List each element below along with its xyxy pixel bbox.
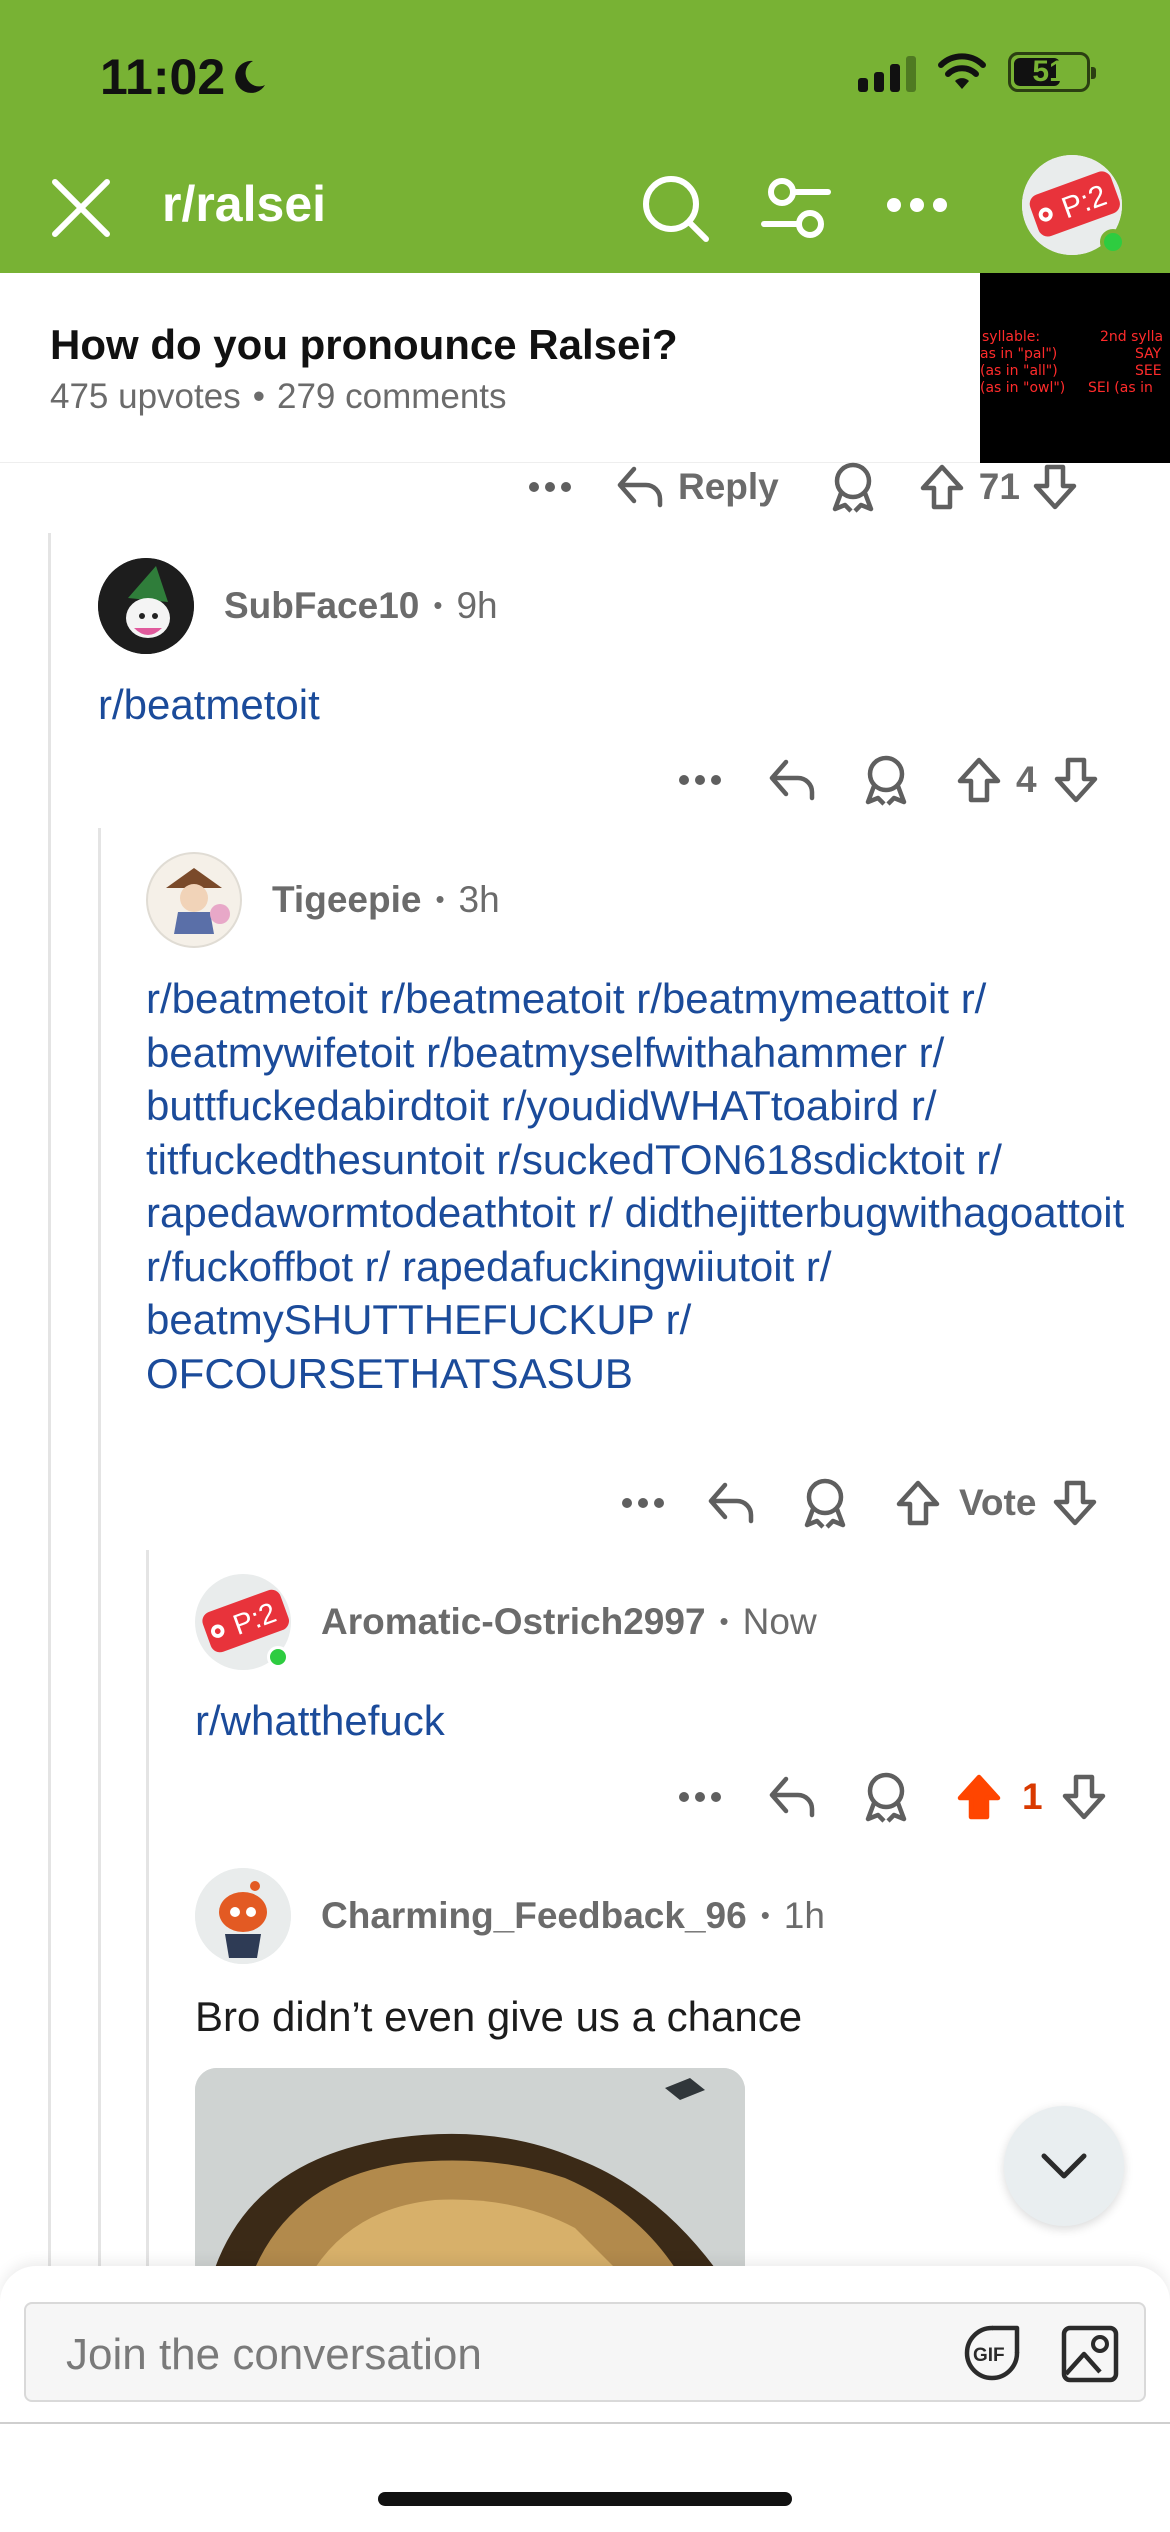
thumbnail-text: SAY	[1135, 346, 1162, 362]
comment-username[interactable]: Aromatic-Ostrich2997	[321, 1601, 706, 1643]
avatar[interactable]	[195, 1868, 291, 1964]
home-indicator[interactable]	[378, 2492, 792, 2506]
award-icon[interactable]	[862, 754, 910, 806]
status-time: 11:02	[100, 48, 267, 106]
award-icon[interactable]	[862, 1771, 910, 1823]
upvote-icon[interactable]	[956, 756, 1002, 804]
downvote-icon[interactable]	[1032, 463, 1078, 511]
comment-header: SubFace10 9h	[98, 558, 498, 654]
more-icon[interactable]	[670, 1791, 730, 1803]
downvote-icon[interactable]	[1061, 1773, 1107, 1821]
comment-input[interactable]: Join the conversation GIF	[24, 2302, 1146, 2402]
thumbnail-text: (as in "all")	[980, 363, 1058, 379]
subreddit-name[interactable]: r/ralsei	[162, 175, 326, 233]
award-icon[interactable]	[801, 1477, 849, 1529]
comment-body[interactable]: r/whatthefuck	[195, 1694, 445, 1747]
user-avatar[interactable]: P:2	[1022, 155, 1126, 255]
thumbnail-text: (as in "owl")	[980, 380, 1066, 396]
vote-score: 4	[1016, 759, 1037, 800]
comment-actions: Vote	[615, 1468, 1130, 1538]
image-icon[interactable]	[1060, 2324, 1120, 2384]
comment-actions: 4	[670, 745, 1130, 815]
divider	[0, 2422, 1170, 2424]
comment-count: 279 comments	[276, 377, 507, 416]
post-meta: 475 upvotes • 279 comments	[50, 377, 507, 417]
avatar[interactable]	[98, 558, 194, 654]
search-icon[interactable]	[640, 173, 712, 245]
reply-button[interactable]: Reply	[616, 465, 779, 509]
comment-time: 1h	[761, 1895, 825, 1937]
wifi-icon	[938, 53, 986, 89]
post-header[interactable]: How do you pronounce Ralsei? 475 upvotes…	[0, 273, 1170, 463]
battery-icon: 51	[1008, 52, 1096, 92]
comment-image[interactable]	[195, 2068, 745, 2268]
thumbnail-text: SEI (as in	[1088, 380, 1153, 396]
thread-line	[98, 828, 101, 2266]
filter-icon[interactable]	[760, 175, 832, 243]
upvote-icon[interactable]	[919, 463, 965, 511]
comment-body[interactable]: r/beatmetoit	[98, 678, 320, 731]
svg-text:GIF: GIF	[973, 2345, 1005, 2366]
more-icon[interactable]	[520, 481, 580, 493]
status-icons: 51	[858, 52, 1096, 92]
comment-time: Now	[720, 1601, 817, 1643]
more-icon[interactable]	[886, 185, 948, 225]
comment-placeholder: Join the conversation	[66, 2330, 482, 2379]
vote-score: 71	[978, 466, 1020, 507]
comment-body[interactable]: r/beatmetoit r/beatmeatoit r/beatmymeatt…	[146, 972, 1126, 1400]
thread-line	[146, 1550, 149, 2266]
comment-time: 3h	[435, 879, 500, 921]
post-title: How do you pronounce Ralsei?	[50, 321, 678, 368]
comment-actions: Reply 71	[520, 452, 1120, 522]
reply-icon[interactable]	[707, 1481, 755, 1525]
vote-score: 1	[1022, 1776, 1043, 1817]
vote-label: Vote	[959, 1482, 1037, 1523]
award-icon[interactable]	[829, 461, 877, 513]
cellular-signal-icon	[858, 52, 916, 92]
battery-level: 51	[1032, 55, 1066, 88]
comment-header: P:2 Aromatic-Ostrich2997 Now	[195, 1574, 817, 1670]
thumbnail-text: SEE	[1135, 363, 1162, 379]
comment-username[interactable]: SubFace10	[224, 585, 419, 627]
thumbnail-text: 2nd sylla	[1100, 329, 1164, 345]
avatar[interactable]: P:2	[195, 1574, 291, 1670]
close-icon[interactable]	[46, 173, 116, 243]
more-icon[interactable]	[670, 774, 730, 786]
app-header: 11:02 51 r/ralsei P:2	[0, 0, 1170, 273]
scroll-down-button[interactable]	[1004, 2106, 1124, 2226]
reply-label: Reply	[678, 466, 779, 507]
meta-separator: •	[252, 377, 265, 416]
gif-icon[interactable]: GIF	[962, 2324, 1022, 2382]
online-indicator	[267, 1646, 289, 1668]
reply-icon[interactable]	[768, 758, 816, 802]
comment-username[interactable]: Charming_Feedback_96	[321, 1895, 747, 1937]
downvote-icon[interactable]	[1052, 1479, 1098, 1527]
upvote-count: 475 upvotes	[50, 377, 241, 416]
comment-header: Charming_Feedback_96 1h	[195, 1868, 825, 1964]
moon-icon	[235, 60, 266, 93]
thumbnail-text: as in "pal")	[980, 346, 1058, 362]
avatar[interactable]	[146, 852, 242, 948]
chevron-down-icon	[1041, 2153, 1087, 2179]
more-icon[interactable]	[615, 1497, 671, 1509]
downvote-icon[interactable]	[1053, 756, 1099, 804]
reply-icon[interactable]	[768, 1775, 816, 1819]
comment-composer: Join the conversation GIF	[0, 2266, 1170, 2532]
post-thumbnail[interactable]: syllable: 2nd sylla as in "pal") SAY (as…	[980, 273, 1170, 463]
upvote-icon[interactable]	[895, 1479, 941, 1527]
reply-icon	[617, 466, 663, 508]
comment-header: Tigeepie 3h	[146, 852, 500, 948]
comment-actions: 1	[670, 1762, 1130, 1832]
clock-text: 11:02	[100, 49, 226, 105]
comment-username[interactable]: Tigeepie	[272, 879, 421, 921]
nav-row: r/ralsei P:2	[0, 155, 1170, 255]
online-indicator	[1100, 229, 1126, 255]
thread-line	[48, 533, 51, 2266]
comment-time: 9h	[433, 585, 497, 627]
upvote-icon-active[interactable]	[956, 1773, 1002, 1821]
thumbnail-text: syllable:	[982, 329, 1041, 345]
comment-body: Bro didn’t even give us a chance	[195, 1993, 803, 2040]
